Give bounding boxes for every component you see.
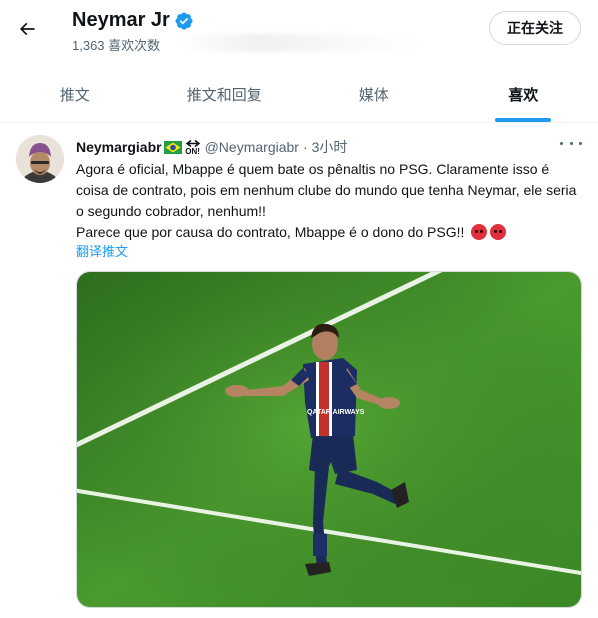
more-options-button[interactable] bbox=[560, 135, 582, 151]
arrow-left-icon bbox=[19, 22, 35, 36]
jersey-sponsor-text: QATAR AIRWAYS bbox=[307, 409, 365, 416]
profile-header: Neymar Jr 1,363 喜欢次数 正在关注 bbox=[0, 0, 598, 62]
tab-label: 推文和回复 bbox=[186, 86, 262, 104]
back-button[interactable] bbox=[10, 12, 44, 46]
tab-label: 喜欢 bbox=[508, 86, 539, 104]
angry-face-icon bbox=[490, 224, 507, 240]
blurred-region bbox=[180, 34, 420, 52]
more-dot bbox=[579, 141, 582, 145]
following-button[interactable]: 正在关注 bbox=[489, 11, 581, 45]
tweet-line-2: Parece que por causa do contrato, Mbappe… bbox=[76, 222, 584, 243]
tweet-text: Agora é oficial, Mbappe é quem bate os p… bbox=[76, 159, 584, 243]
tab-media[interactable]: 媒体 bbox=[299, 66, 449, 122]
tweet-time[interactable]: 3小时 bbox=[312, 137, 348, 157]
tab-label: 媒体 bbox=[358, 86, 389, 104]
brazil-flag-icon bbox=[163, 140, 182, 154]
likes-count: 1,363 喜欢次数 bbox=[72, 38, 161, 53]
on-badge-text: ON! bbox=[185, 146, 200, 156]
active-tab-indicator bbox=[495, 118, 552, 122]
profile-name: Neymar Jr bbox=[72, 9, 170, 31]
angry-face-icon bbox=[471, 224, 488, 240]
on-badge-icon: ON! bbox=[185, 139, 201, 156]
profile-name-row: Neymar Jr bbox=[72, 9, 194, 32]
tweet[interactable]: Neymargiabr ON! @Neymargiabr · 3小时 Agora… bbox=[0, 123, 598, 618]
tab-label: 推文 bbox=[59, 86, 90, 104]
tab-likes[interactable]: 喜欢 bbox=[449, 66, 598, 122]
tweet-media-image[interactable]: QATAR AIRWAYS bbox=[76, 271, 582, 608]
profile-tabs: 推文 推文和回复 媒体 喜欢 bbox=[0, 66, 598, 123]
tab-tweets-and-replies[interactable]: 推文和回复 bbox=[150, 66, 300, 122]
translate-tweet-link[interactable]: 翻译推文 bbox=[76, 241, 128, 260]
author-name[interactable]: Neymargiabr bbox=[76, 139, 162, 155]
tab-tweets[interactable]: 推文 bbox=[0, 66, 150, 122]
separator-dot: · bbox=[302, 139, 308, 155]
avatar-image bbox=[16, 135, 64, 183]
verified-badge-icon bbox=[175, 11, 193, 30]
avatar[interactable] bbox=[16, 135, 64, 183]
tweet-header: Neymargiabr ON! @Neymargiabr · 3小时 bbox=[76, 137, 347, 157]
football-player-photo: QATAR AIRWAYS bbox=[77, 272, 581, 607]
tweet-line: Agora é oficial, Mbappe é quem bate os p… bbox=[76, 161, 577, 219]
more-dot bbox=[569, 141, 573, 145]
author-handle[interactable]: @Neymargiabr bbox=[205, 139, 299, 155]
tweet-line-text: Parece que por causa do contrato, Mbappe… bbox=[76, 224, 465, 240]
more-dots-icon bbox=[560, 141, 563, 145]
